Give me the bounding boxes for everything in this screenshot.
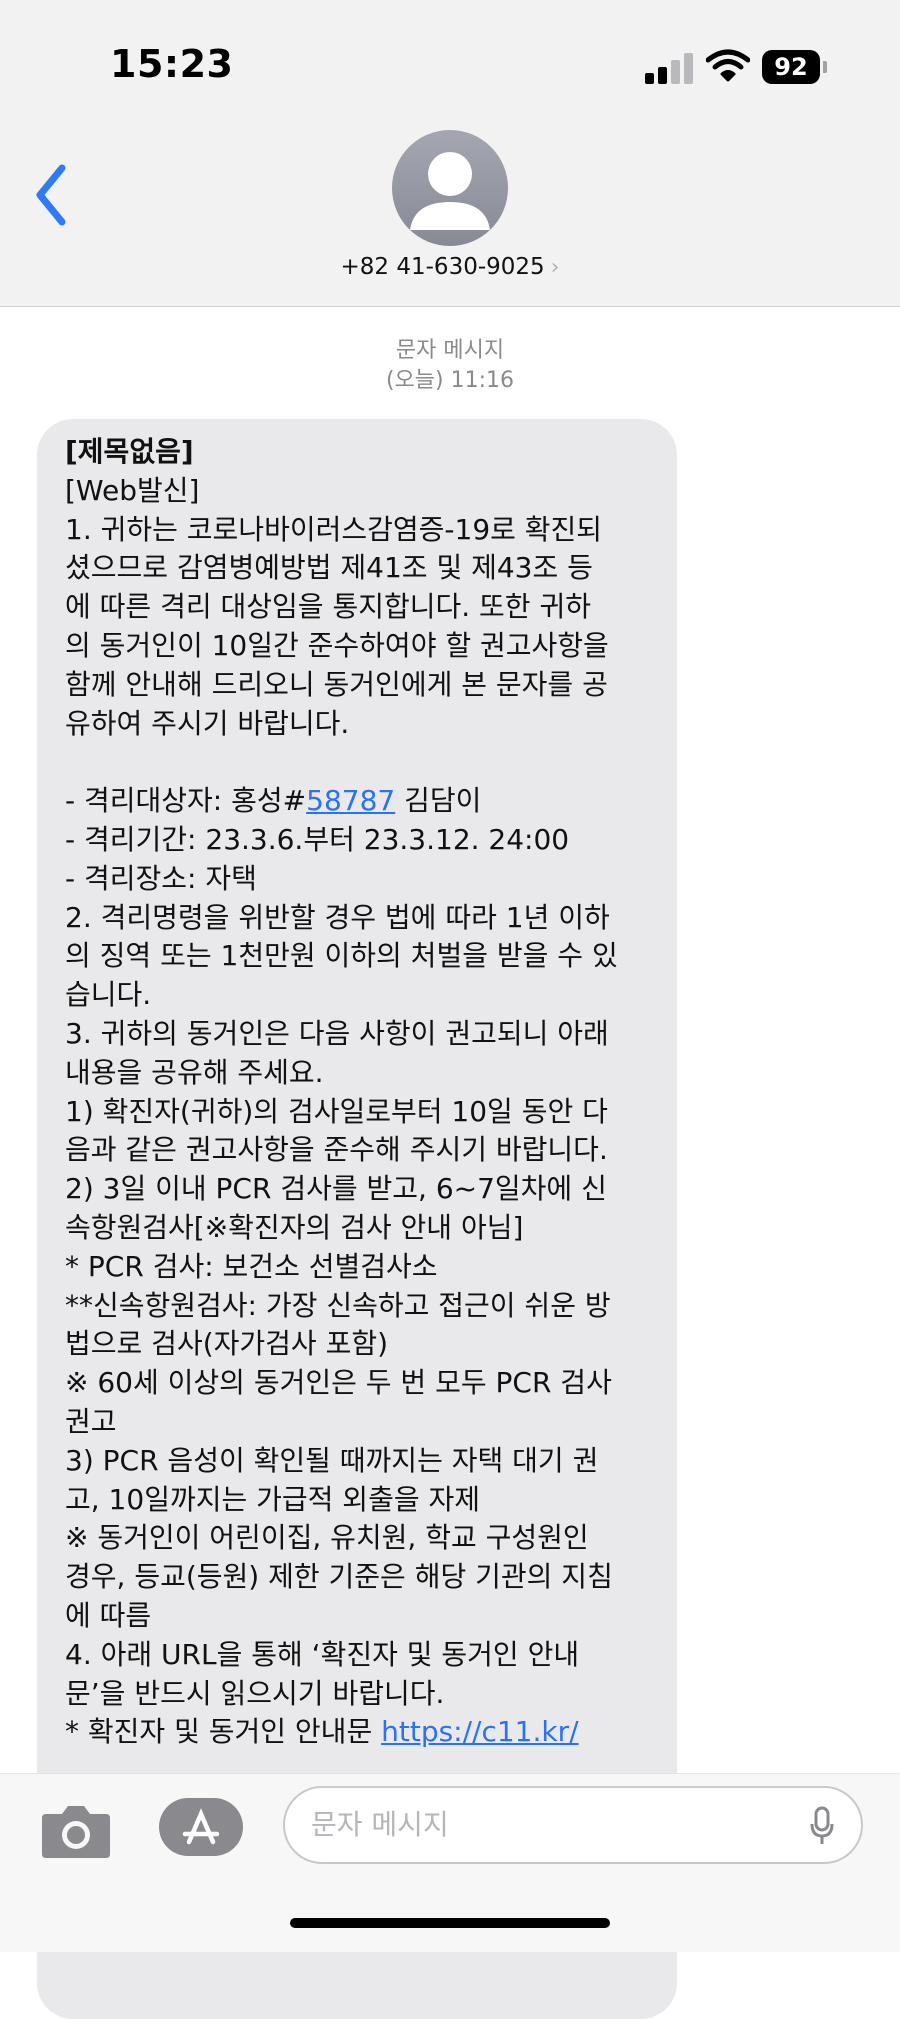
person-icon	[410, 152, 490, 230]
message-line: 4. 아래 URL을 통해 ‘확진자 및 동거인 안내	[65, 1637, 580, 1671]
message-line: 셨으므로 감염병예방법 제41조 및 제43조 등	[65, 551, 593, 585]
message-line: **신속항원검사: 가장 신속하고 접근이 쉬운 방	[65, 1288, 611, 1322]
isolation-target-label: - 격리대상자: 홍성#	[65, 784, 307, 818]
message-line: 2) 3일 이내 PCR 검사를 받고, 6~7일차에 신	[65, 1172, 607, 1206]
message-line	[65, 743, 657, 782]
message-line: 문’을 반드시 읽으시기 바랍니다.	[65, 1676, 445, 1710]
case-number-link[interactable]: 58787	[306, 784, 395, 817]
message-line: 속항원검사[※확진자의 검사 안내 아님]	[65, 1210, 524, 1244]
message-line: 경우, 등교(등원) 제한 기준은 해당 기관의 지침	[65, 1560, 613, 1594]
home-indicator	[290, 1918, 610, 1928]
wifi-icon	[706, 49, 750, 82]
message-line: 고, 10일까지는 가급적 외출을 자제	[65, 1482, 481, 1516]
message-input-placeholder: 문자 메시지	[311, 1808, 449, 1841]
message-line: - 격리기간: 23.3.6.부터 23.3.12. 24:00	[65, 822, 570, 856]
chevron-left-icon	[36, 164, 66, 226]
message-line: 2. 격리명령을 위반할 경우 법에 따라 1년 이하	[65, 900, 610, 934]
message-input[interactable]: 문자 메시지	[283, 1786, 863, 1864]
thread-timestamp: (오늘) 11:16	[385, 368, 515, 393]
contact-avatar[interactable]	[392, 130, 508, 246]
notice-label: * 확진자 및 동거인 안내문	[65, 1715, 382, 1749]
microphone-icon[interactable]	[809, 1806, 835, 1846]
chevron-right-icon: ›	[550, 255, 560, 280]
message-line-url: * 확진자 및 동거인 안내문 https://c11.kr/	[65, 1713, 657, 1752]
message-line: 의 동거인이 10일간 준수하여야 할 권고사항을	[65, 628, 609, 662]
status-bar: 15:23 92	[0, 0, 900, 120]
message-line: 습니다.	[65, 978, 152, 1012]
conversation-header: +82 41-630-9025 ›	[0, 120, 900, 307]
back-button[interactable]	[28, 160, 78, 230]
message-line-isolation-target: - 격리대상자: 홍성#58787 김담이	[65, 782, 657, 821]
message-line: 1) 확진자(귀하)의 검사일로부터 10일 동안 다	[65, 1094, 608, 1128]
message-line: 3. 귀하의 동거인은 다음 사항이 권고되니 아래	[65, 1016, 609, 1050]
status-time: 15:23	[110, 42, 234, 86]
message-line: 1. 귀하는 코로나바이러스감염증-19로 확진되	[65, 512, 603, 546]
app-store-button[interactable]	[159, 1798, 243, 1856]
message-line: * PCR 검사: 보건소 선별검사소	[65, 1249, 438, 1283]
message-line: 음과 같은 권고사항을 준수해 주시기 바랍니다.	[65, 1133, 608, 1167]
notice-url-link[interactable]: https://c11.kr/	[381, 1715, 578, 1748]
contact-name-button[interactable]: +82 41-630-9025 ›	[0, 254, 900, 280]
message-line: [Web발신]	[65, 473, 200, 507]
message-line: - 격리장소: 자택	[65, 861, 257, 895]
message-line: [제목없음]	[65, 435, 194, 468]
message-line: 함께 안내해 드리오니 동거인에게 본 문자를 공	[65, 667, 608, 701]
camera-icon	[42, 1806, 110, 1858]
camera-button[interactable]	[40, 1800, 112, 1862]
message-line: 권고	[65, 1404, 117, 1438]
contact-phone-number: +82 41-630-9025	[340, 254, 545, 280]
message-line: ※ 60세 이상의 동거인은 두 번 모두 PCR 검사	[65, 1366, 612, 1400]
message-line: 유하여 주시기 바랍니다.	[65, 706, 350, 740]
case-name: 김담이	[395, 784, 482, 818]
message-line: 의 징역 또는 1천만원 이하의 처벌을 받을 수 있	[65, 939, 618, 973]
message-line: 내용을 공유해 주세요.	[65, 1055, 324, 1089]
thread-info: 문자 메시지 (오늘) 11:16	[0, 336, 900, 396]
compose-bar: 문자 메시지	[0, 1773, 900, 1952]
message-line: ※ 동거인이 어린이집, 유치원, 학교 구성원인	[65, 1521, 589, 1555]
app-store-icon	[182, 1808, 220, 1845]
battery-cap-icon	[823, 61, 827, 73]
message-line: 3) PCR 음성이 확인될 때까지는 자택 대기 권	[65, 1443, 599, 1477]
cellular-signal-icon	[645, 52, 693, 84]
message-line: 에 따름	[65, 1598, 152, 1632]
battery-indicator: 92	[762, 50, 820, 84]
message-line: 에 따른 격리 대상임을 통지합니다. 또한 귀하	[65, 590, 591, 624]
thread-type-label: 문자 메시지	[395, 338, 505, 363]
message-line: 법으로 검사(자가검사 포함)	[65, 1327, 389, 1361]
